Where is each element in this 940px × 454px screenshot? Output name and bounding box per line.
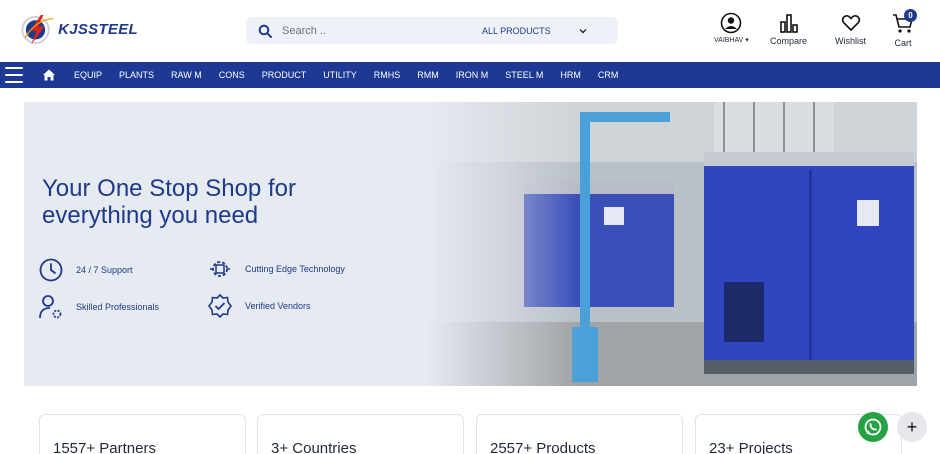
- hamburger-menu-icon[interactable]: [5, 67, 23, 83]
- hero-banner: Your One Stop Shop for everything you ne…: [24, 102, 917, 386]
- feature-support: 24 / 7 Support: [38, 257, 133, 283]
- nav-item-raw-m[interactable]: RAW M: [171, 70, 202, 80]
- feature-vendors: Verified Vendors: [207, 293, 311, 319]
- stat-card-countries: 3+ Countries: [257, 414, 464, 454]
- wishlist-label: Wishlist: [835, 36, 866, 46]
- site-header: KJSSTEEL ALL PRODUCTS VAIBHAV ▾ Compare: [0, 0, 940, 62]
- nav-item-cons[interactable]: CONS: [219, 70, 245, 80]
- logo-text: KJSSTEEL: [58, 20, 138, 38]
- nav-item-rmhs[interactable]: RMHS: [374, 70, 401, 80]
- account-label: VAIBHAV ▾: [714, 37, 749, 44]
- cart-count-badge: 0: [904, 9, 917, 22]
- whatsapp-button[interactable]: [858, 412, 888, 442]
- wishlist-button[interactable]: Wishlist: [835, 12, 866, 46]
- home-icon[interactable]: [42, 68, 56, 82]
- user-gear-icon: [39, 295, 62, 319]
- cart-label: Cart: [894, 38, 912, 48]
- nav-item-crm[interactable]: CRM: [598, 70, 619, 80]
- site-logo[interactable]: KJSSTEEL: [18, 8, 138, 50]
- nav-item-rmm[interactable]: RMM: [417, 70, 439, 80]
- logo-emblem-icon: [21, 14, 54, 45]
- account-button[interactable]: VAIBHAV ▾: [714, 12, 749, 44]
- search-icon[interactable]: [258, 24, 272, 38]
- plus-icon[interactable]: +: [897, 412, 927, 442]
- nav-item-hrm[interactable]: HRM: [560, 70, 581, 80]
- nav-item-steel-m[interactable]: STEEL M: [505, 70, 543, 80]
- verified-badge-icon: [208, 293, 232, 319]
- hero-machinery-image: [24, 102, 917, 386]
- feature-professionals: Skilled Professionals: [38, 294, 159, 320]
- compare-label: Compare: [770, 36, 808, 46]
- stat-card-products: 2557+ Products: [476, 414, 683, 454]
- chevron-down-icon[interactable]: [578, 26, 588, 36]
- compare-button[interactable]: Compare: [770, 12, 807, 46]
- feature-label: 24 / 7 Support: [76, 265, 133, 275]
- user-icon: [721, 12, 742, 34]
- feature-label: Cutting Edge Technology: [245, 264, 345, 274]
- search-input[interactable]: [282, 24, 472, 37]
- stat-card-partners: 1557+ Partners: [39, 414, 246, 454]
- nav-item-utility[interactable]: UTILITY: [323, 70, 357, 80]
- feature-technology: Cutting Edge Technology: [207, 256, 345, 282]
- nav-item-iron-m[interactable]: IRON M: [456, 70, 489, 80]
- clock-icon: [39, 258, 63, 282]
- search-bar: ALL PRODUCTS: [246, 17, 618, 44]
- feature-label: Skilled Professionals: [76, 302, 160, 312]
- bar-chart-icon: [779, 14, 798, 33]
- nav-item-equip[interactable]: EQUIP: [74, 70, 102, 80]
- hero-title: Your One Stop Shop for everything you ne…: [42, 175, 296, 229]
- main-nav: EQUIP PLANTS RAW M CONS PRODUCT UTILITY …: [0, 62, 940, 88]
- chip-gear-icon: [210, 261, 230, 277]
- nav-item-product[interactable]: PRODUCT: [262, 70, 307, 80]
- whatsapp-icon: [864, 418, 882, 436]
- category-select[interactable]: ALL PRODUCTS: [482, 26, 572, 36]
- cart-button[interactable]: 0 Cart: [892, 9, 917, 48]
- heart-icon: [841, 15, 860, 32]
- feature-label: Verified Vendors: [245, 301, 311, 311]
- nav-item-plants[interactable]: PLANTS: [119, 70, 154, 80]
